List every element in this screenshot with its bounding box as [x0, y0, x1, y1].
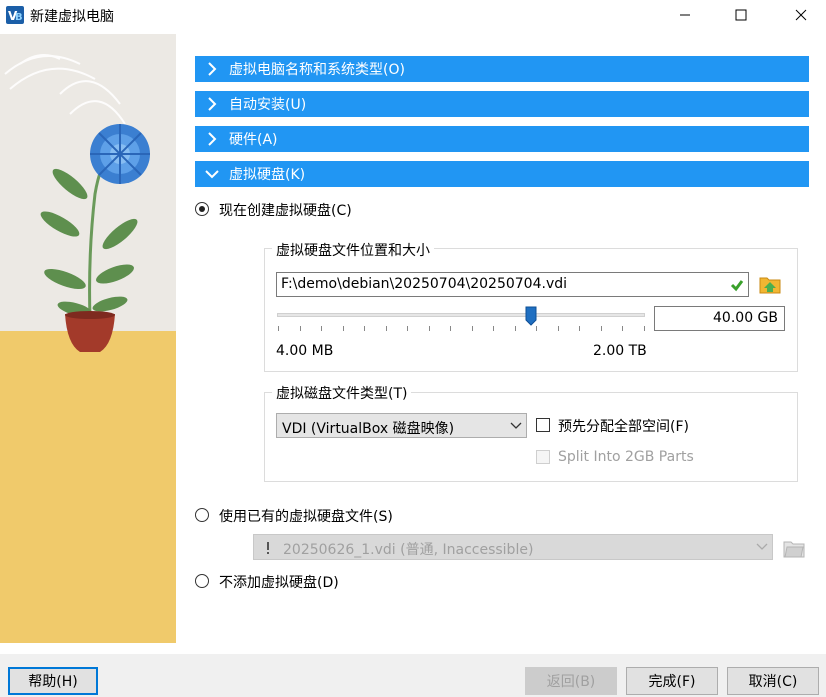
disk-size-input[interactable]: 40.00 GB: [654, 306, 785, 331]
slider-tick: [386, 326, 387, 331]
folder-browse-icon[interactable]: [759, 273, 781, 295]
svg-text:B: B: [15, 12, 23, 23]
file-type-selected: VDI (VirtualBox 磁盘映像): [282, 421, 455, 437]
maximize-icon: [735, 9, 747, 21]
split-2gb-label: Split Into 2GB Parts: [558, 449, 694, 465]
chevron-down-icon: [510, 422, 522, 429]
disk-size-slider-track[interactable]: [277, 313, 645, 317]
max-size-label: 2.00 TB: [593, 343, 647, 359]
chevron-right-icon: [208, 132, 217, 146]
slider-tick: [450, 326, 451, 331]
split-2gb-checkbox[interactable]: [536, 450, 550, 464]
slider-tick: [429, 326, 430, 331]
slider-tick: [300, 326, 301, 331]
finish-button[interactable]: 完成(F): [626, 667, 718, 695]
close-icon: [795, 9, 807, 21]
disk-size-value: 40.00 GB: [713, 310, 778, 326]
existing-disk-value: 20250626_1.vdi (普通, Inaccessible): [283, 542, 534, 558]
slider-tick: [558, 326, 559, 331]
warning-exclamation-icon: [267, 542, 269, 554]
slider-tick: [278, 326, 279, 331]
section-label: 虚拟硬盘(K): [229, 167, 306, 183]
slider-tick: [622, 326, 623, 331]
close-button[interactable]: [778, 0, 824, 30]
use-existing-disk-radio[interactable]: [195, 508, 209, 522]
slider-tick: [515, 326, 516, 331]
location-size-group-title: 虚拟硬盘文件位置和大小: [272, 240, 434, 260]
maximize-button[interactable]: [718, 0, 764, 30]
plant-illustration: [0, 34, 176, 643]
no-disk-radio[interactable]: [195, 574, 209, 588]
chevron-right-icon: [208, 97, 217, 111]
section-label: 硬件(A): [229, 132, 278, 148]
slider-tick: [601, 326, 602, 331]
preallocate-label: 预先分配全部空间(F): [558, 419, 689, 435]
section-hardware[interactable]: 硬件(A): [195, 126, 809, 152]
disk-size-slider-thumb[interactable]: [525, 306, 537, 326]
minimize-button[interactable]: [662, 0, 708, 30]
create-disk-radio[interactable]: [195, 202, 209, 216]
minimize-icon: [680, 14, 690, 16]
no-disk-label: 不添加虚拟硬盘(D): [219, 575, 339, 591]
slider-tick: [536, 326, 537, 331]
valid-checkmark-icon: [730, 280, 744, 292]
slider-tick: [472, 326, 473, 331]
section-label: 虚拟电脑名称和系统类型(O): [229, 62, 405, 78]
title-bar: V B 新建虚拟电脑: [0, 0, 826, 30]
slider-tick: [644, 326, 645, 331]
chevron-down-icon: [756, 543, 768, 550]
section-unattended-install[interactable]: 自动安装(U): [195, 91, 809, 117]
existing-folder-icon[interactable]: [783, 537, 805, 559]
slider-tick: [364, 326, 365, 331]
chevron-down-icon: [205, 170, 219, 179]
min-size-label: 4.00 MB: [276, 343, 334, 359]
slider-tick: [493, 326, 494, 331]
file-type-group-title: 虚拟磁盘文件类型(T): [272, 383, 412, 403]
virtualbox-app-icon: V B: [6, 6, 24, 24]
slider-tick: [579, 326, 580, 331]
chevron-right-icon: [208, 62, 217, 76]
cancel-button[interactable]: 取消(C): [727, 667, 819, 695]
file-type-select[interactable]: VDI (VirtualBox 磁盘映像): [276, 413, 527, 438]
existing-disk-select[interactable]: 20250626_1.vdi (普通, Inaccessible): [253, 534, 773, 560]
create-disk-label: 现在创建虚拟硬盘(C): [219, 203, 352, 219]
disk-path-value: F:\demo\debian\20250704\20250704.vdi: [281, 276, 568, 292]
back-button[interactable]: 返回(B): [525, 667, 617, 695]
help-button[interactable]: 帮助(H): [8, 667, 98, 695]
disk-path-input[interactable]: F:\demo\debian\20250704\20250704.vdi: [276, 272, 749, 297]
use-existing-disk-label: 使用已有的虚拟硬盘文件(S): [219, 509, 393, 525]
slider-tick: [407, 326, 408, 331]
slider-tick: [321, 326, 322, 331]
window-title: 新建虚拟电脑: [30, 9, 114, 25]
slider-tick: [343, 326, 344, 331]
section-name-and-os[interactable]: 虚拟电脑名称和系统类型(O): [195, 56, 809, 82]
section-hard-disk[interactable]: 虚拟硬盘(K): [195, 161, 809, 187]
preallocate-checkbox[interactable]: [536, 418, 550, 432]
section-label: 自动安装(U): [229, 97, 307, 113]
